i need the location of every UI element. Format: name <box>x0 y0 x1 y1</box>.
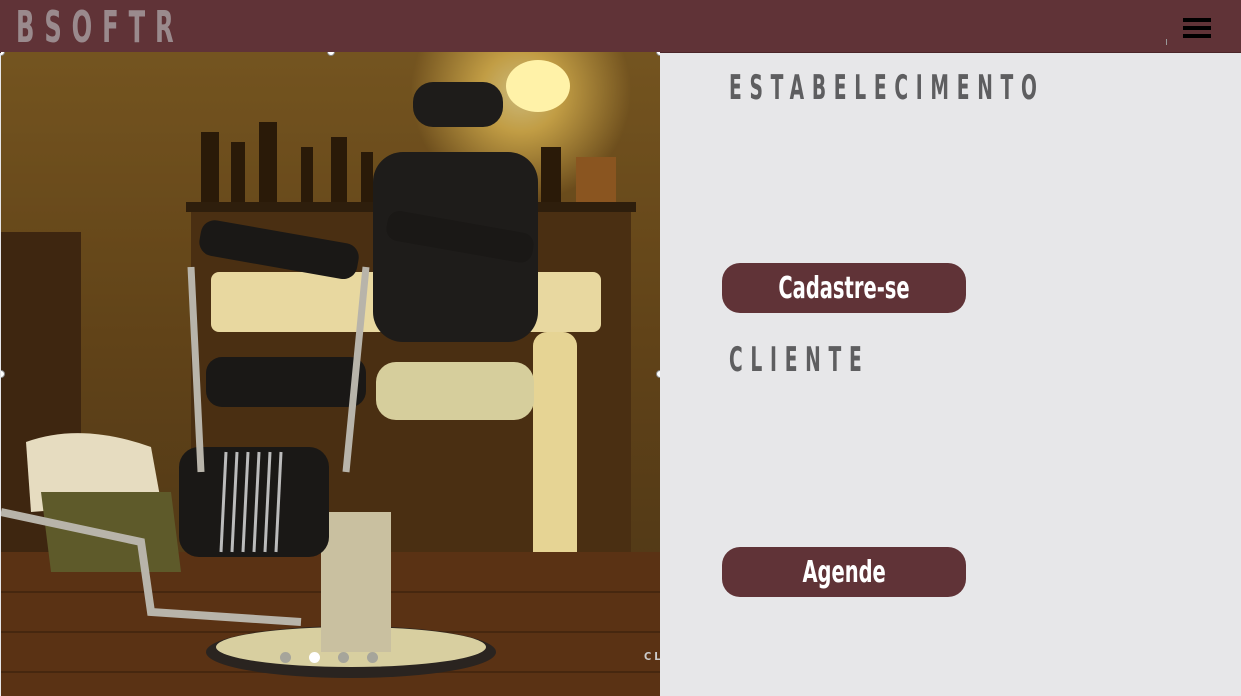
schedule-button-label: Agende <box>802 554 886 590</box>
schedule-button[interactable]: Agende <box>722 547 966 597</box>
register-button-label: Cadastre-se <box>778 270 910 306</box>
hamburger-menu-icon[interactable] <box>1183 18 1211 42</box>
click-hint[interactable]: CLICK <box>644 650 660 663</box>
carousel-dots <box>280 652 378 663</box>
logo[interactable]: BSOFTR <box>16 2 184 53</box>
hero-carousel[interactable]: CLICK <box>1 52 660 696</box>
establishment-heading: ESTABELECIMENTO <box>729 68 1045 108</box>
client-heading: CLIENTE <box>729 340 870 380</box>
register-button[interactable]: Cadastre-se <box>722 263 966 313</box>
selection-handle <box>656 370 660 378</box>
carousel-dot-1[interactable] <box>280 652 291 663</box>
top-bar: BSOFTR <box>0 0 1241 53</box>
carousel-dot-4[interactable] <box>367 652 378 663</box>
carousel-dot-2[interactable] <box>309 652 320 663</box>
barber-chair-photo <box>1 52 660 696</box>
carousel-dot-3[interactable] <box>338 652 349 663</box>
divider <box>1166 39 1167 45</box>
